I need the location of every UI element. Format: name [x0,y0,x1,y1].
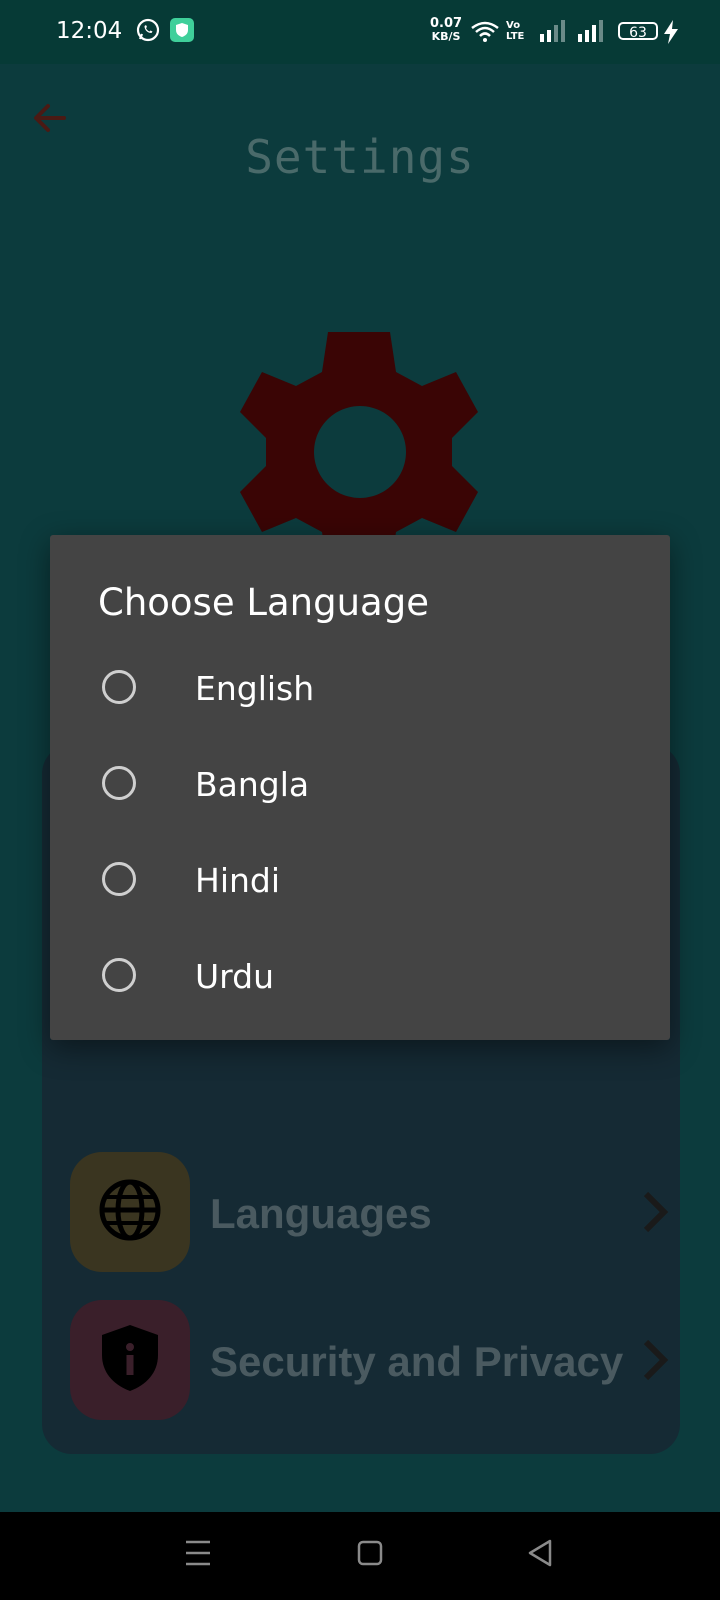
language-option-english[interactable]: English [50,642,670,738]
menu-item-label: Languages [210,1190,432,1237]
net-speed-unit: KB/S [431,30,461,43]
dialog-title: Choose Language [98,581,429,624]
chevron-right-icon [640,1190,670,1239]
net-speed-value: 0.07 [430,16,463,31]
radio-button[interactable] [102,862,136,896]
option-label: Hindi [195,861,281,900]
globe-icon [99,1179,161,1246]
battery-icon: 63 [618,22,658,41]
language-option-bangla[interactable]: Bangla [50,738,670,834]
battery-level: 63 [629,25,647,41]
menu-icon[interactable] [184,1538,212,1573]
security-icon-box [70,1300,190,1420]
navigation-bar [0,1512,720,1600]
languages-icon-box [70,1152,190,1272]
page-title: Settings [245,130,475,184]
language-dialog: Choose Language English Bangla Hindi Urd… [50,535,670,1040]
back-triangle-icon[interactable] [526,1538,554,1573]
signal-icon [540,20,568,47]
option-label: English [195,669,315,708]
wifi-icon [470,20,500,49]
volte-bottom: LTE [506,31,525,42]
menu-item-languages[interactable]: Languages [70,1152,670,1272]
radio-button[interactable] [102,958,136,992]
signal-icon [578,20,606,47]
volte-top: Vo [506,20,521,31]
language-option-urdu[interactable]: Urdu [50,930,670,1026]
charging-icon [664,20,678,49]
whatsapp-icon [136,18,160,47]
volte-indicator: Vo LTE [506,20,524,42]
option-label: Bangla [195,765,310,804]
shield-app-icon [170,18,194,47]
menu-item-security[interactable]: Security and Privacy [70,1300,670,1420]
radio-button[interactable] [102,766,136,800]
status-bar: 12:04 0.07 KB/S Vo LTE 63 [0,0,720,64]
chevron-right-icon [640,1338,670,1387]
home-icon[interactable] [356,1538,384,1573]
menu-item-label: Security and Privacy [210,1338,624,1385]
radio-button[interactable] [102,670,136,704]
option-label: Urdu [195,957,275,996]
language-option-hindi[interactable]: Hindi [50,834,670,930]
net-speed: 0.07 KB/S [430,17,462,43]
shield-info-icon [102,1324,158,1396]
status-time: 12:04 [56,18,123,44]
